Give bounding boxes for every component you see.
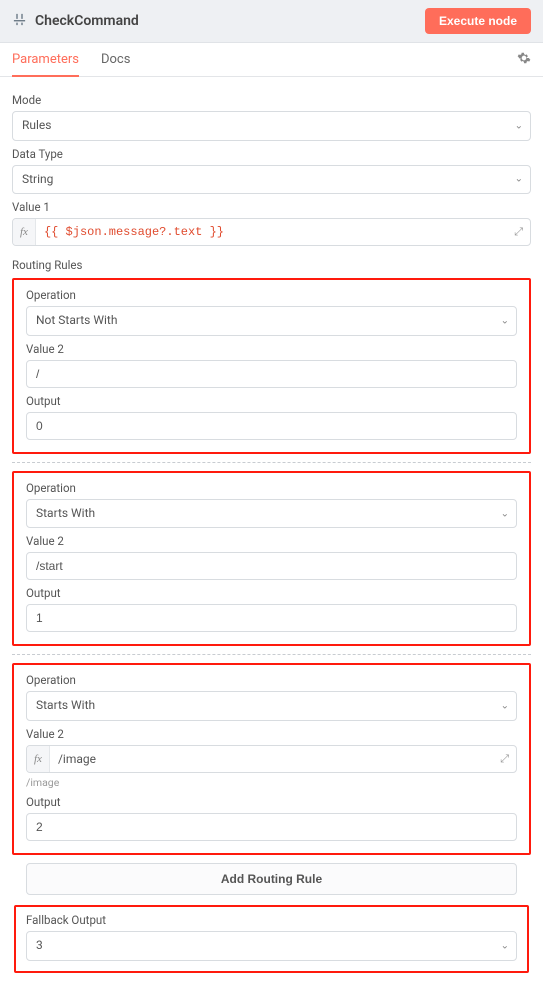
rule-output-label: Output — [26, 795, 517, 809]
rule-value2-input[interactable] — [26, 552, 517, 580]
rule-value2-hint: /image — [26, 776, 517, 789]
rule-operation-label: Operation — [26, 673, 517, 687]
expand-icon[interactable]: ⤢ — [493, 746, 516, 772]
mode-select[interactable]: Rules — [12, 111, 531, 141]
switch-icon — [12, 12, 27, 30]
value1-label: Value 1 — [12, 200, 531, 214]
value1-field[interactable]: fx ⤢ — [12, 218, 531, 246]
rule-value2-label: Value 2 — [26, 342, 517, 356]
tab-parameters[interactable]: Parameters — [12, 43, 79, 76]
rule-value2-input[interactable] — [26, 360, 517, 388]
fx-icon: fx — [27, 746, 50, 772]
add-routing-rule-button[interactable]: Add Routing Rule — [26, 863, 517, 895]
rule-value2-label: Value 2 — [26, 727, 517, 741]
node-title: CheckCommand — [35, 13, 139, 29]
tab-docs[interactable]: Docs — [101, 43, 130, 76]
fallback-output-select[interactable]: 3 — [26, 931, 517, 961]
rule-value2-input[interactable] — [50, 746, 493, 772]
routing-rule: OperationStarts With⌄Value 2Output — [12, 471, 531, 647]
value1-input[interactable] — [36, 219, 507, 245]
tabs-row: Parameters Docs — [0, 43, 543, 77]
rule-output-input[interactable] — [26, 604, 517, 632]
rule-operation-select[interactable]: Starts With — [26, 691, 517, 721]
header: CheckCommand Execute node — [0, 0, 543, 43]
fx-icon: fx — [13, 219, 36, 245]
rule-operation-select[interactable]: Not Starts With — [26, 306, 517, 336]
rule-output-label: Output — [26, 394, 517, 408]
routing-rule: OperationStarts With⌄Value 2fx⤢/imageOut… — [12, 663, 531, 855]
routing-rules-label: Routing Rules — [12, 258, 531, 272]
rule-operation-label: Operation — [26, 481, 517, 495]
fallback-output-box: Fallback Output 3 ⌄ — [14, 905, 529, 973]
mode-label: Mode — [12, 93, 531, 107]
execute-button[interactable]: Execute node — [425, 8, 531, 34]
rule-operation-label: Operation — [26, 288, 517, 302]
data-type-label: Data Type — [12, 147, 531, 161]
expand-icon[interactable]: ⤢ — [507, 219, 530, 245]
fallback-output-label: Fallback Output — [26, 913, 517, 927]
rule-value2-field[interactable]: fx ⤢ — [26, 745, 517, 773]
rule-output-input[interactable] — [26, 813, 517, 841]
rule-operation-select[interactable]: Starts With — [26, 499, 517, 529]
rule-output-label: Output — [26, 586, 517, 600]
routing-rule: OperationNot Starts With⌄Value 2Output — [12, 278, 531, 454]
rule-value2-label: Value 2 — [26, 534, 517, 548]
rule-output-input[interactable] — [26, 412, 517, 440]
gear-icon[interactable] — [517, 51, 531, 69]
data-type-select[interactable]: String — [12, 165, 531, 195]
